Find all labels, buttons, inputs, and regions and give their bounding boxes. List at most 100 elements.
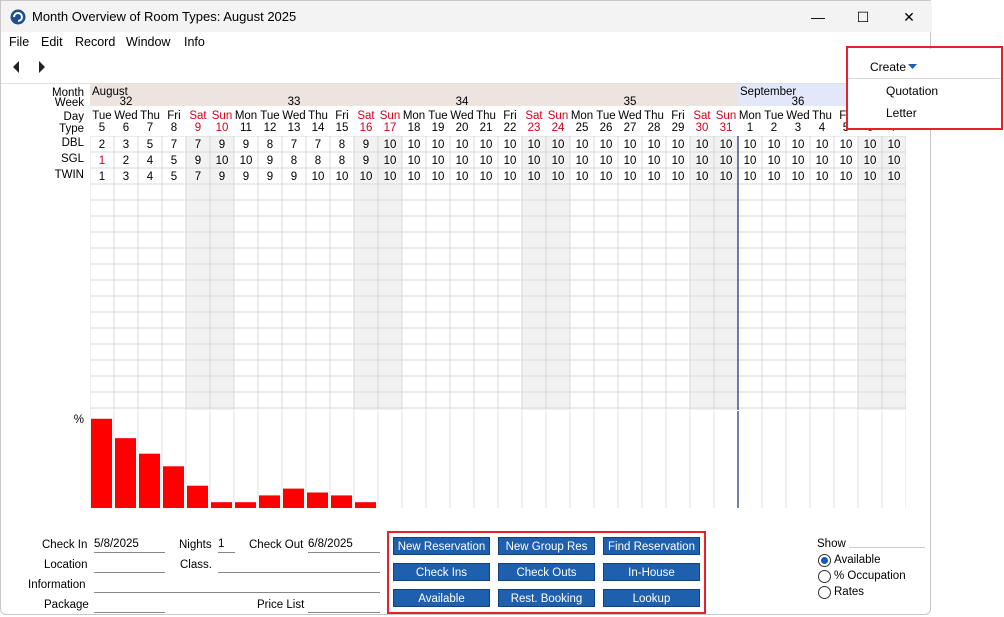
date-header-cell[interactable]: 30	[690, 120, 714, 136]
menu-window[interactable]: Window	[126, 35, 170, 49]
date-header-cell[interactable]: 4	[810, 120, 834, 136]
date-header-cell[interactable]: 31	[714, 120, 738, 136]
next-arrow-icon[interactable]	[36, 60, 48, 74]
availability-cell: 10	[888, 155, 901, 167]
availability-cell: 10	[528, 139, 541, 151]
availability-cell: 10	[360, 171, 373, 183]
menu-edit[interactable]: Edit	[41, 35, 63, 49]
date-header-cell[interactable]: 27	[618, 120, 642, 136]
occupancy-bar	[163, 466, 184, 508]
date-header-cell[interactable]: 3	[786, 120, 810, 136]
availability-cell: 10	[744, 155, 757, 167]
date-header-cell[interactable]: 11	[234, 120, 258, 136]
menu-info[interactable]: Info	[184, 35, 205, 49]
date-header-cell[interactable]: 2	[762, 120, 786, 136]
date-header-cell[interactable]: 19	[426, 120, 450, 136]
check-out-field[interactable]: 6/8/2025	[308, 538, 380, 553]
date-header-cell[interactable]: 25	[570, 120, 594, 136]
availability-cell: 9	[363, 139, 369, 151]
availability-grid[interactable]: 2 3 5 7 7 9 9 8 7 7 8 9 10 10 10 10 10 10 10 10 10 10 10 10 10 10…	[90, 136, 906, 410]
price-list-field[interactable]	[308, 598, 380, 613]
availability-cell: 9	[267, 171, 273, 183]
radio-rates[interactable]	[818, 586, 831, 599]
room-type-label-sgl: SGL	[60, 153, 84, 165]
availability-cell: 10	[552, 139, 565, 151]
maximize-button[interactable]: ☐	[851, 7, 875, 27]
availability-cell: 9	[363, 155, 369, 167]
minimize-button[interactable]: —	[806, 7, 830, 27]
availability-cell: 10	[864, 139, 877, 151]
information-label: Information	[28, 579, 86, 591]
availability-cell: 10	[840, 139, 853, 151]
close-button[interactable]: ✕	[897, 7, 921, 27]
date-header-cell[interactable]: 17	[378, 120, 402, 136]
availability-cell: 10	[624, 139, 637, 151]
date-header-cell[interactable]: 22	[498, 120, 522, 136]
date-header-cell[interactable]: 21	[474, 120, 498, 136]
availability-cell: 10	[720, 171, 733, 183]
room-type-label-dbl: DBL	[61, 137, 84, 149]
date-header-cell[interactable]: 14	[306, 120, 330, 136]
availability-cell: 7	[291, 139, 297, 151]
package-field[interactable]	[94, 598, 165, 613]
show-label: Show	[817, 538, 846, 550]
availability-cell: 5	[147, 139, 153, 151]
availability-cell: 10	[576, 171, 589, 183]
toolbar	[1, 51, 932, 84]
availability-cell: 10	[600, 171, 613, 183]
location-field[interactable]	[94, 558, 165, 573]
availability-cell: 8	[339, 155, 345, 167]
radio-available-label: Available	[834, 554, 881, 566]
availability-cell: 10	[432, 139, 445, 151]
availability-cell: 10	[576, 139, 589, 151]
date-header-cell[interactable]: 24	[546, 120, 570, 136]
date-header-cell[interactable]: 6	[114, 120, 138, 136]
class-label: Class.	[180, 559, 212, 571]
date-header-cell[interactable]: 15	[330, 120, 354, 136]
date-header-cell[interactable]: 13	[282, 120, 306, 136]
availability-cell: 10	[456, 171, 469, 183]
occupancy-bar	[355, 502, 376, 508]
availability-cell: 7	[195, 139, 201, 151]
nights-field[interactable]: 1	[218, 538, 235, 553]
availability-cell: 10	[576, 155, 589, 167]
date-header-cell[interactable]: 5	[90, 120, 114, 136]
availability-cell: 10	[600, 139, 613, 151]
date-header-cell[interactable]: 12	[258, 120, 282, 136]
availability-cell: 10	[504, 155, 517, 167]
availability-cell: 10	[672, 155, 685, 167]
availability-cell: 10	[480, 171, 493, 183]
check-in-field[interactable]: 5/8/2025	[94, 538, 165, 553]
availability-cell: 9	[267, 155, 273, 167]
menu-file[interactable]: File	[9, 35, 29, 49]
availability-cell: 10	[768, 155, 781, 167]
menu-record[interactable]: Record	[75, 35, 115, 49]
date-header-cell[interactable]: 23	[522, 120, 546, 136]
radio-occupation[interactable]	[818, 570, 831, 583]
previous-arrow-icon[interactable]	[10, 60, 22, 74]
class-field[interactable]	[218, 558, 380, 573]
date-header-cell[interactable]: 1	[738, 120, 762, 136]
availability-cell: 10	[528, 171, 541, 183]
information-field[interactable]	[94, 578, 380, 593]
radio-available[interactable]	[818, 554, 831, 567]
radio-occupation-label: % Occupation	[834, 570, 906, 582]
date-header-cell[interactable]: 16	[354, 120, 378, 136]
date-header-cell[interactable]: 7	[138, 120, 162, 136]
date-header-cell[interactable]: 10	[210, 120, 234, 136]
date-header-cell[interactable]: 26	[594, 120, 618, 136]
date-header-cell[interactable]: 29	[666, 120, 690, 136]
occupancy-bar	[115, 438, 136, 508]
occupancy-bar	[91, 418, 112, 508]
date-header-cell[interactable]: 8	[162, 120, 186, 136]
app-icon	[10, 9, 26, 25]
date-header-cell[interactable]: 9	[186, 120, 210, 136]
date-header-cell[interactable]: 20	[450, 120, 474, 136]
availability-cell: 10	[432, 171, 445, 183]
availability-cell: 10	[888, 171, 901, 183]
availability-cell: 3	[123, 139, 129, 151]
room-type-label-twin: TWIN	[54, 169, 84, 181]
availability-cell: 10	[624, 155, 637, 167]
date-header-cell[interactable]: 18	[402, 120, 426, 136]
date-header-cell[interactable]: 28	[642, 120, 666, 136]
